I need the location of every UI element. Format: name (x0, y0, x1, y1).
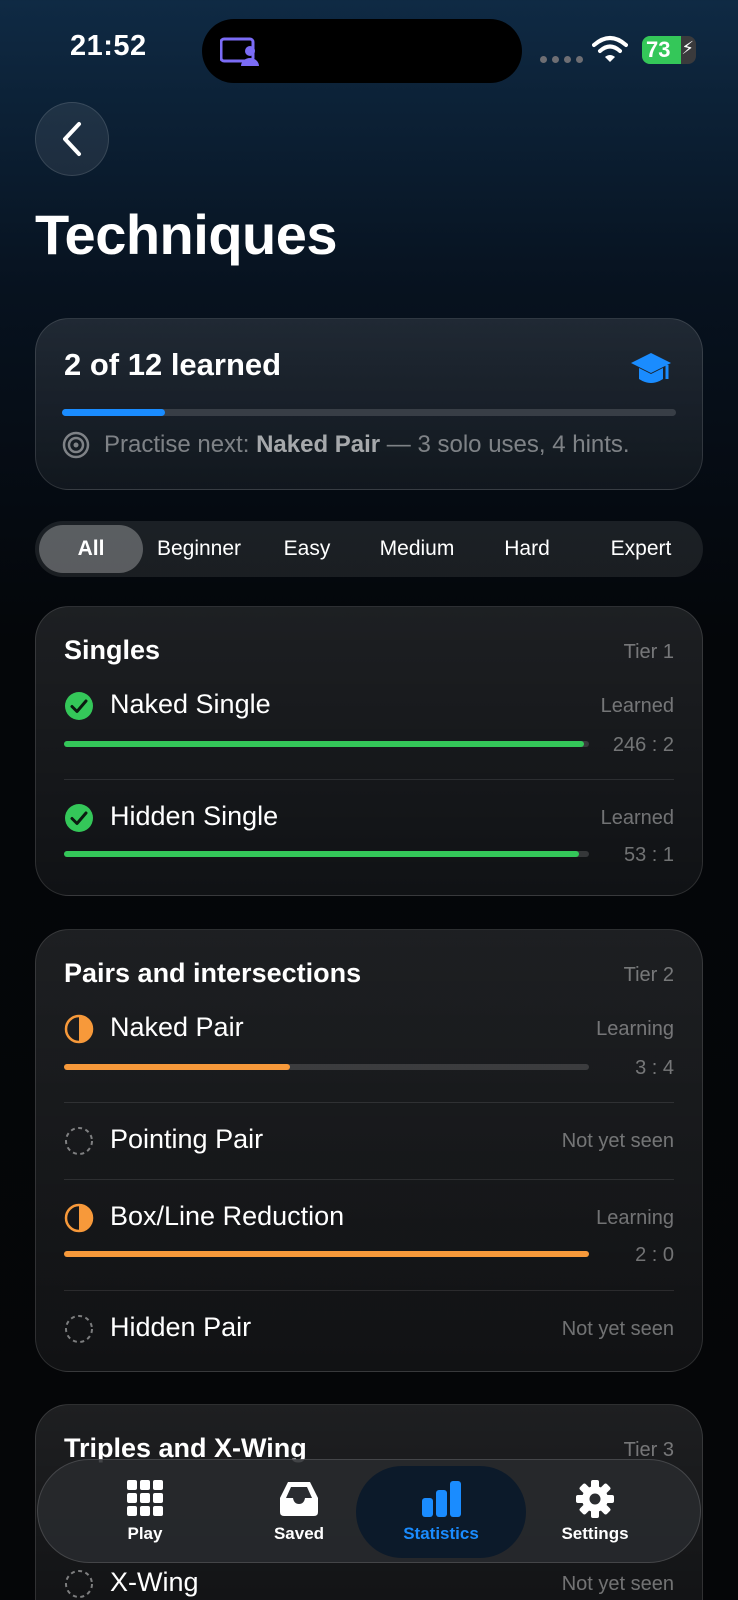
dashed-circle-icon (65, 1127, 93, 1155)
technique-progress-fill (64, 741, 584, 747)
technique-row[interactable]: Naked Single Learned 246 : 2 (64, 689, 674, 759)
technique-name: Naked Single (110, 689, 271, 719)
technique-row[interactable]: X-Wing Not yet seen (64, 1567, 674, 1600)
filter-all[interactable]: All (39, 525, 143, 573)
tier-title: Pairs and intersections (64, 958, 362, 988)
tab-statistics[interactable]: Statistics (356, 1466, 526, 1558)
technique-name: Hidden Pair (110, 1312, 252, 1342)
chevron-left-icon (63, 122, 81, 156)
technique-progress-fill (64, 1064, 290, 1070)
technique-name: X-Wing (110, 1567, 199, 1597)
tab-settings[interactable]: Settings (510, 1466, 680, 1558)
filter-medium[interactable]: Medium (361, 525, 473, 573)
technique-progress-fill (64, 851, 579, 857)
technique-status: Not yet seen (561, 1573, 674, 1595)
technique-ratio: 2 : 0 (635, 1244, 674, 1266)
battery-percent: 73 (646, 37, 671, 62)
filter-expert[interactable]: Expert (583, 525, 699, 573)
battery-indicator: 73 ⚡ (642, 36, 696, 64)
status-time: 21:52 (70, 30, 147, 62)
divider (64, 1102, 674, 1103)
tab-label: Play (127, 1524, 163, 1543)
tab-play[interactable]: Play (60, 1466, 230, 1558)
tier-card-pairs: Pairs and intersections Tier 2 Naked Pai… (35, 929, 703, 1372)
practise-next-text: Practise next: Naked Pair — 3 solo uses,… (104, 431, 630, 458)
graduation-cap-icon (631, 353, 671, 383)
filter-beginner[interactable]: Beginner (147, 525, 251, 573)
technique-status: Learning (596, 1207, 674, 1229)
progress-summary-card: 2 of 12 learned Practise next: Naked Pai… (35, 318, 703, 490)
technique-ratio: 3 : 4 (635, 1057, 674, 1079)
half-circle-icon (64, 1014, 94, 1044)
bar-chart-icon (422, 1481, 461, 1517)
tab-label: Saved (273, 1524, 325, 1543)
technique-row[interactable]: Pointing Pair Not yet seen (64, 1124, 674, 1160)
technique-status: Not yet seen (561, 1318, 674, 1340)
technique-row[interactable]: Hidden Pair Not yet seen (64, 1312, 674, 1348)
technique-row[interactable]: Hidden Single Learned 53 : 1 (64, 801, 674, 871)
status-bar: 21:52 73 ⚡ (0, 0, 738, 100)
technique-name: Naked Pair (110, 1012, 244, 1042)
technique-progress-bar (64, 741, 589, 747)
page-title: Techniques (35, 203, 338, 266)
tab-label: Settings (561, 1524, 629, 1543)
target-icon (62, 431, 90, 459)
dashed-circle-icon (65, 1315, 93, 1343)
tray-icon (280, 1482, 318, 1516)
technique-status: Learned (600, 695, 674, 717)
charging-bolt-icon: ⚡ (681, 38, 694, 58)
wifi-icon (592, 36, 628, 62)
tier-label: Tier 2 (623, 964, 674, 986)
learned-count: 2 of 12 learned (64, 347, 282, 382)
dashed-circle-icon (65, 1570, 93, 1598)
tab-label: Statistics (403, 1524, 479, 1543)
technique-status: Not yet seen (561, 1130, 674, 1152)
technique-status: Learning (596, 1018, 674, 1040)
cellular-signal-icon (540, 56, 583, 63)
technique-progress-fill (64, 1251, 589, 1257)
tier-title: Singles (64, 635, 161, 665)
technique-row[interactable]: Naked Pair Learning 3 : 4 (64, 1012, 674, 1082)
technique-ratio: 246 : 2 (612, 734, 674, 756)
technique-progress-bar (64, 1251, 589, 1257)
divider (64, 1290, 674, 1291)
learned-progress-bar (62, 409, 676, 416)
tier-label: Tier 1 (623, 641, 674, 663)
grid-icon (127, 1480, 163, 1516)
technique-row[interactable]: Box/Line Reduction Learning 2 : 0 (64, 1201, 674, 1271)
screen-share-icon (220, 37, 259, 66)
filter-easy[interactable]: Easy (259, 525, 355, 573)
tier-card-singles: Singles Tier 1 Naked Single Learned 246 … (35, 606, 703, 896)
practise-next-hint: Practise next: Naked Pair — 3 solo uses,… (62, 431, 630, 459)
gear-icon (576, 1480, 614, 1518)
filter-hard[interactable]: Hard (479, 525, 575, 573)
technique-progress-bar (64, 851, 589, 857)
divider (64, 1179, 674, 1180)
half-circle-icon (64, 1203, 94, 1233)
checkmark-circle-icon (65, 804, 93, 832)
difficulty-filter: All Beginner Easy Medium Hard Expert (35, 521, 703, 577)
technique-ratio: 53 : 1 (623, 844, 674, 866)
practise-technique: Naked Pair (256, 431, 381, 458)
technique-progress-bar (64, 1064, 589, 1070)
back-button[interactable] (35, 102, 109, 176)
learned-progress-fill (62, 409, 165, 416)
divider (64, 779, 674, 780)
technique-name: Pointing Pair (110, 1124, 264, 1154)
dynamic-island (202, 19, 522, 83)
technique-name: Box/Line Reduction (110, 1201, 345, 1231)
technique-status: Learned (600, 807, 674, 829)
technique-name: Hidden Single (110, 801, 279, 831)
tab-bar: Play Saved Statistics Settings (37, 1459, 701, 1563)
checkmark-circle-icon (65, 692, 93, 720)
